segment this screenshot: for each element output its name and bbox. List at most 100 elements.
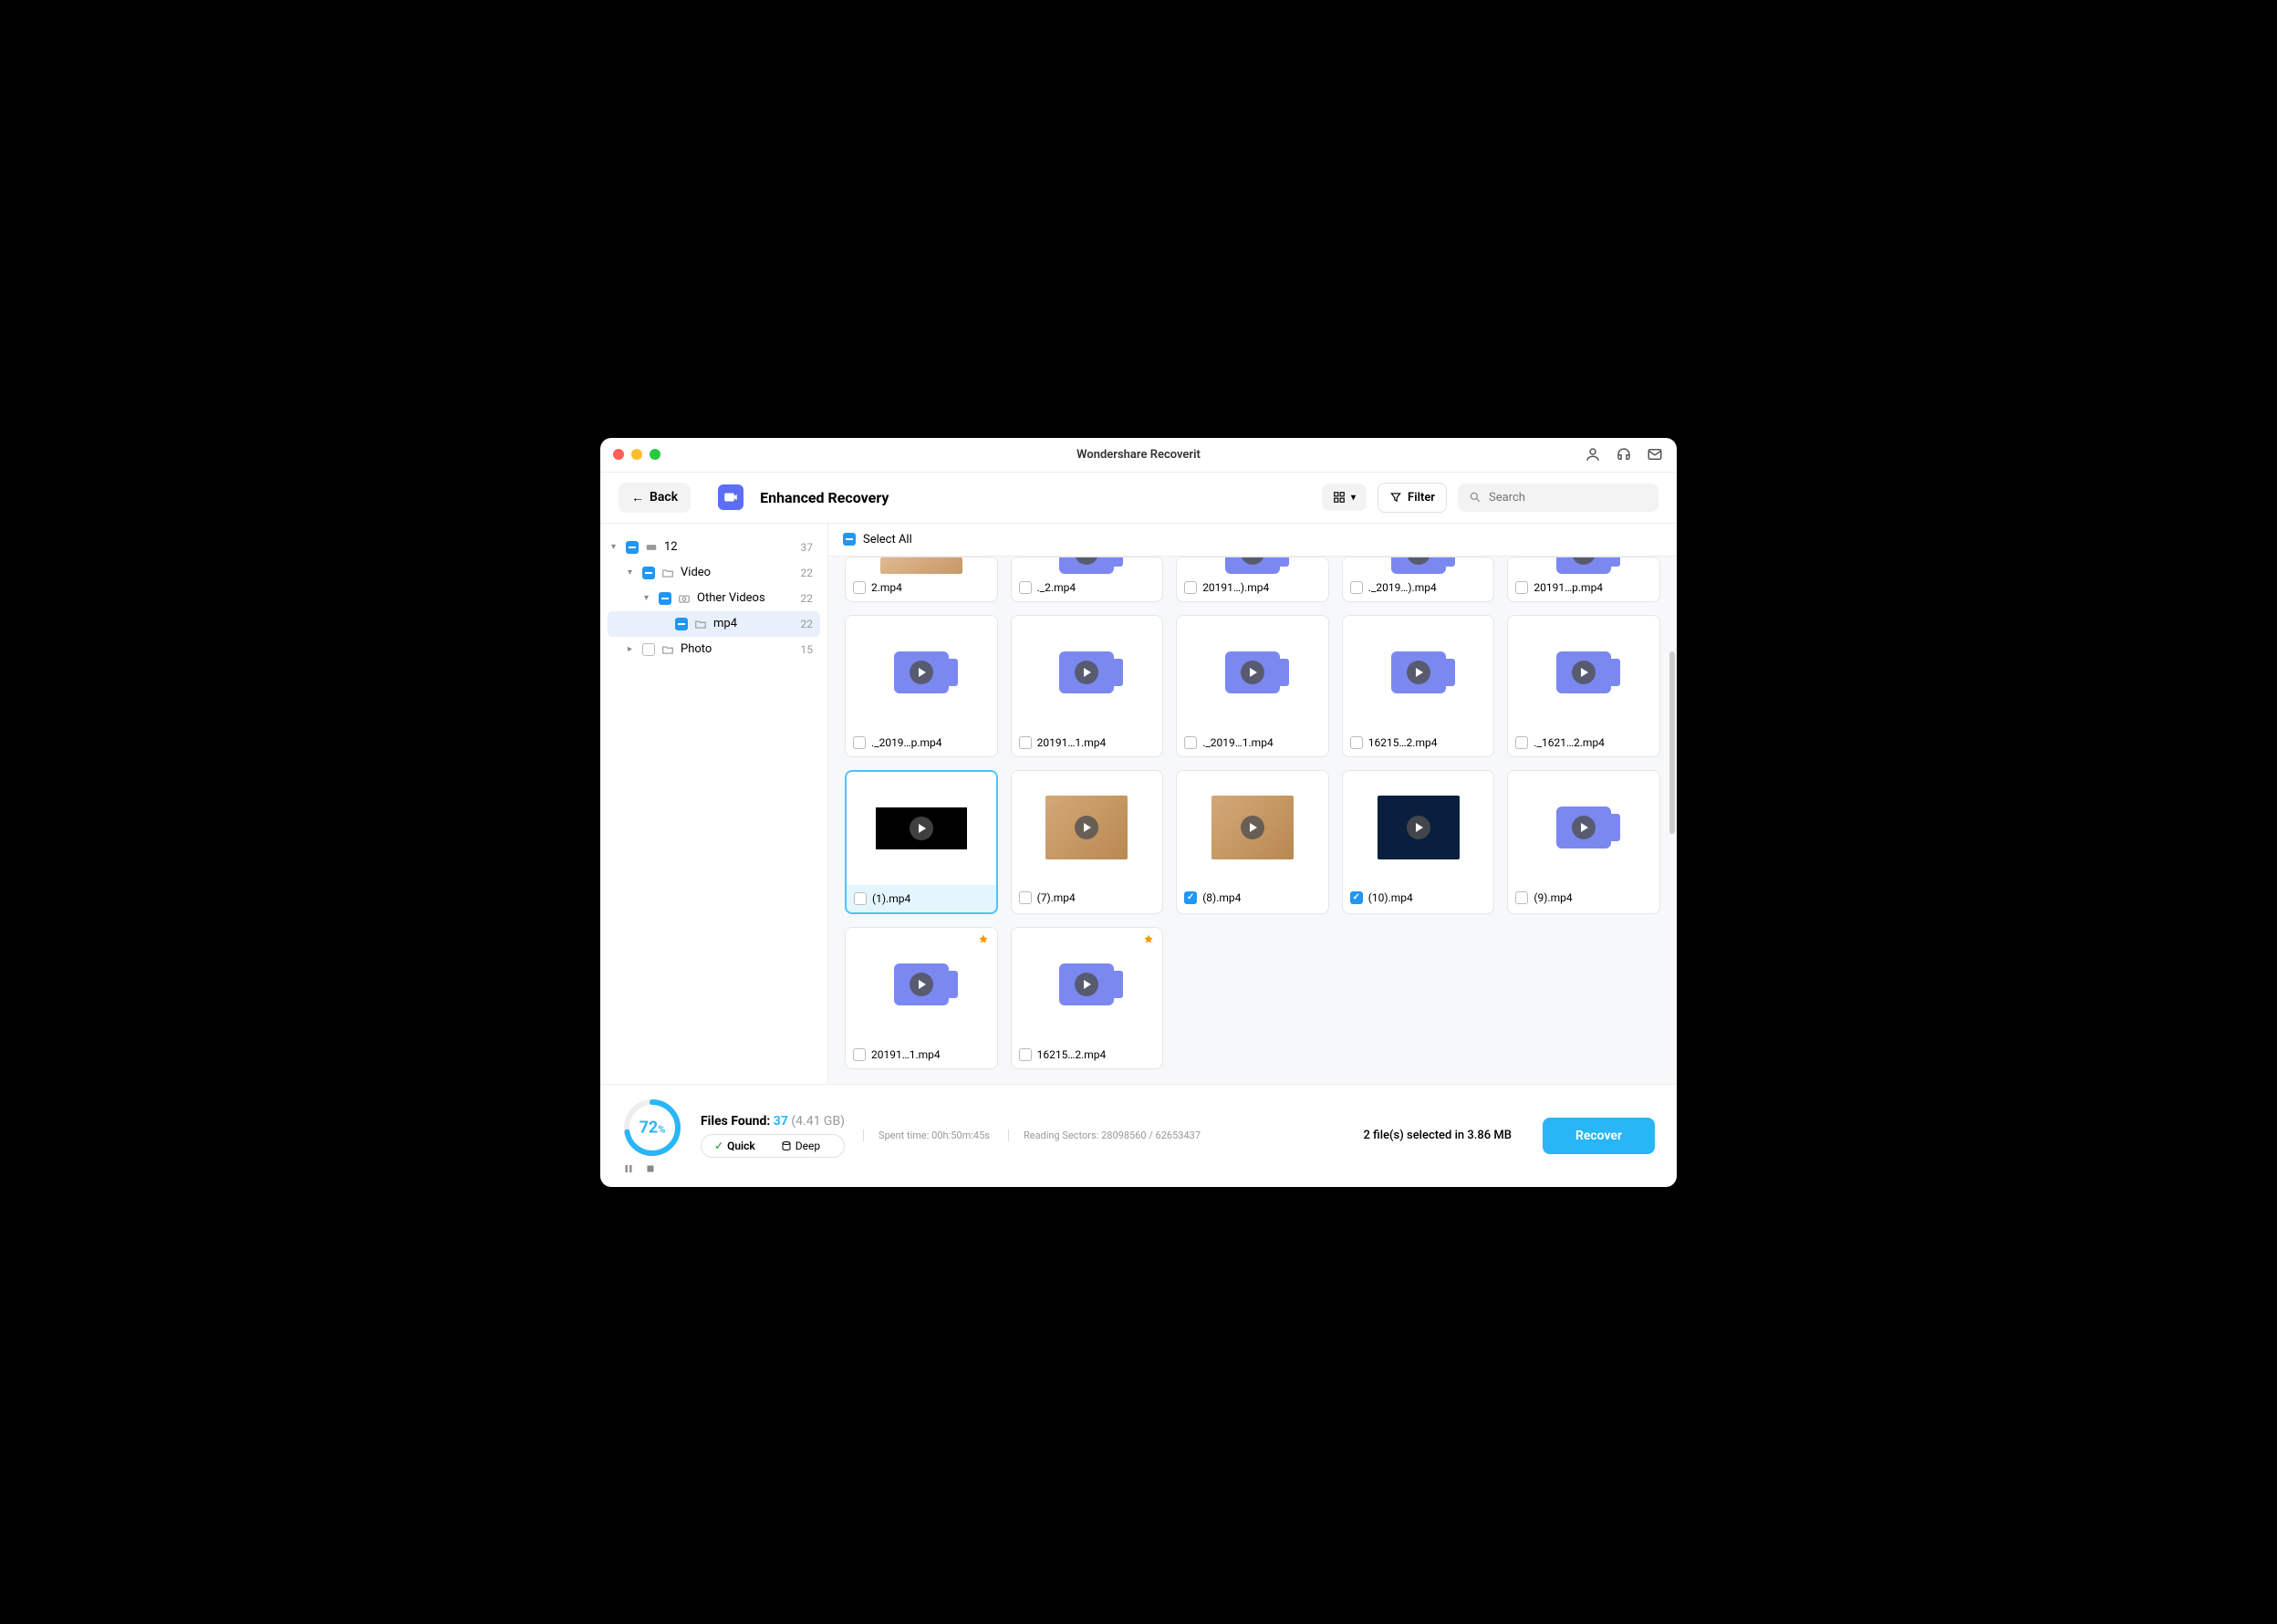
scan-mode-toggle[interactable]: ✓Quick Deep bbox=[701, 1134, 845, 1158]
file-thumbnail[interactable] bbox=[1177, 557, 1328, 574]
file-checkbox[interactable] bbox=[1019, 891, 1032, 904]
file-checkbox[interactable] bbox=[1019, 1048, 1032, 1061]
deep-mode[interactable]: Deep bbox=[768, 1135, 833, 1157]
file-card[interactable]: 2.mp4 bbox=[845, 557, 998, 602]
file-card[interactable]: (7).mp4 bbox=[1011, 770, 1164, 914]
file-checkbox[interactable] bbox=[854, 892, 867, 905]
tree-item-photo[interactable]: ▸Photo15 bbox=[608, 637, 820, 662]
minimize-window-button[interactable] bbox=[631, 449, 642, 460]
tree-checkbox[interactable] bbox=[659, 592, 671, 605]
search-box[interactable] bbox=[1458, 484, 1658, 512]
file-card[interactable]: (8).mp4 bbox=[1176, 770, 1329, 914]
tree-checkbox[interactable] bbox=[642, 643, 655, 656]
folder-icon bbox=[693, 617, 708, 631]
file-card[interactable]: 16215…2.mp4 bbox=[1011, 927, 1164, 1069]
file-thumbnail[interactable] bbox=[847, 772, 996, 885]
file-thumbnail[interactable] bbox=[1177, 771, 1328, 884]
file-name: 20191…p.mp4 bbox=[1534, 581, 1652, 594]
file-card[interactable]: ._2019…p.mp4 bbox=[845, 615, 998, 757]
tree-checkbox[interactable] bbox=[626, 541, 639, 554]
file-checkbox[interactable] bbox=[1184, 581, 1197, 594]
select-all-row[interactable]: Select All bbox=[828, 524, 1677, 557]
file-thumbnail[interactable] bbox=[1177, 616, 1328, 729]
tree-label: Photo bbox=[681, 642, 712, 656]
quick-mode[interactable]: ✓Quick bbox=[702, 1135, 768, 1157]
file-thumbnail[interactable] bbox=[846, 557, 997, 574]
file-thumbnail[interactable] bbox=[1012, 557, 1163, 574]
file-card[interactable]: (9).mp4 bbox=[1507, 770, 1660, 914]
folder-icon bbox=[660, 566, 675, 580]
file-checkbox[interactable] bbox=[1515, 736, 1528, 749]
files-found: Files Found: 37 (4.41 GB) bbox=[701, 1114, 845, 1129]
mail-icon[interactable] bbox=[1646, 445, 1664, 463]
file-name: ._2019…p.mp4 bbox=[871, 736, 990, 749]
support-icon[interactable] bbox=[1615, 445, 1633, 463]
file-thumbnail[interactable] bbox=[1343, 771, 1494, 884]
search-input[interactable] bbox=[1489, 491, 1648, 505]
tree-item-12[interactable]: ▾1237 bbox=[608, 535, 820, 560]
recover-button[interactable]: Recover bbox=[1543, 1118, 1655, 1154]
file-thumbnail[interactable] bbox=[1343, 616, 1494, 729]
camera-icon bbox=[677, 591, 691, 606]
file-checkbox[interactable] bbox=[1350, 891, 1363, 904]
back-button[interactable]: ← Back bbox=[619, 483, 691, 513]
file-checkbox[interactable] bbox=[1019, 581, 1032, 594]
expand-icon[interactable]: ▾ bbox=[628, 567, 637, 578]
page-title: Enhanced Recovery bbox=[760, 489, 889, 506]
file-card[interactable]: ._2.mp4 bbox=[1011, 557, 1164, 602]
file-checkbox[interactable] bbox=[1350, 581, 1363, 594]
tree-item-mp4[interactable]: mp422 bbox=[608, 611, 820, 637]
file-thumbnail[interactable] bbox=[1508, 616, 1659, 729]
maximize-window-button[interactable] bbox=[650, 449, 660, 460]
expand-icon[interactable]: ▸ bbox=[628, 644, 637, 654]
scrollbar[interactable] bbox=[1669, 651, 1675, 834]
tree-checkbox[interactable] bbox=[675, 618, 688, 630]
file-thumbnail[interactable] bbox=[1343, 557, 1494, 574]
file-card[interactable]: ._2019…1.mp4 bbox=[1176, 615, 1329, 757]
expand-icon[interactable]: ▾ bbox=[611, 542, 620, 552]
tree-item-other-videos[interactable]: ▾Other Videos22 bbox=[608, 586, 820, 611]
file-checkbox[interactable] bbox=[1515, 581, 1528, 594]
file-checkbox[interactable] bbox=[853, 736, 866, 749]
reading-sectors: Reading Sectors: 28098560 / 62653437 bbox=[1008, 1130, 1201, 1141]
file-thumbnail[interactable] bbox=[1508, 557, 1659, 574]
file-card[interactable]: 20191…p.mp4 bbox=[1507, 557, 1660, 602]
select-all-checkbox[interactable] bbox=[843, 533, 856, 546]
file-checkbox[interactable] bbox=[1515, 891, 1528, 904]
file-card[interactable]: (10).mp4 bbox=[1342, 770, 1495, 914]
app-title: Wondershare Recoverit bbox=[1076, 448, 1201, 462]
view-mode-button[interactable]: ▾ bbox=[1322, 484, 1367, 511]
close-window-button[interactable] bbox=[613, 449, 624, 460]
file-name: 16215…2.mp4 bbox=[1037, 1048, 1156, 1061]
file-thumbnail[interactable] bbox=[1012, 928, 1163, 1041]
file-checkbox[interactable] bbox=[853, 581, 866, 594]
file-card[interactable]: ↘(1).mp4 bbox=[845, 770, 998, 914]
file-card[interactable]: 20191…).mp4 bbox=[1176, 557, 1329, 602]
percent-sign: % bbox=[658, 1123, 665, 1135]
user-icon[interactable] bbox=[1584, 445, 1602, 463]
content-area: Select All 2.mp4 ._2.mp4 20191…).mp4 ._2019… bbox=[828, 524, 1677, 1084]
file-thumbnail[interactable] bbox=[1012, 616, 1163, 729]
stop-button[interactable] bbox=[644, 1161, 657, 1174]
tree-checkbox[interactable] bbox=[642, 567, 655, 579]
file-card[interactable]: 20191…1.mp4 bbox=[1011, 615, 1164, 757]
file-card[interactable]: 20191…1.mp4 bbox=[845, 927, 998, 1069]
expand-icon[interactable]: ▾ bbox=[644, 593, 653, 603]
file-card[interactable]: ._2019…).mp4 bbox=[1342, 557, 1495, 602]
pause-button[interactable] bbox=[622, 1161, 635, 1174]
file-checkbox[interactable] bbox=[1184, 736, 1197, 749]
file-thumbnail[interactable] bbox=[1508, 771, 1659, 884]
file-thumbnail[interactable] bbox=[1012, 771, 1163, 884]
filter-button[interactable]: Filter bbox=[1378, 483, 1447, 513]
files-found-size: (4.41 GB) bbox=[791, 1114, 845, 1129]
file-card[interactable]: 16215…2.mp4 bbox=[1342, 615, 1495, 757]
file-checkbox[interactable] bbox=[1184, 891, 1197, 904]
file-name: (10).mp4 bbox=[1368, 891, 1487, 904]
tree-item-video[interactable]: ▾Video22 bbox=[608, 560, 820, 586]
file-checkbox[interactable] bbox=[853, 1048, 866, 1061]
file-thumbnail[interactable] bbox=[846, 616, 997, 729]
file-card[interactable]: ._1621…2.mp4 bbox=[1507, 615, 1660, 757]
file-thumbnail[interactable] bbox=[846, 928, 997, 1041]
file-checkbox[interactable] bbox=[1019, 736, 1032, 749]
file-checkbox[interactable] bbox=[1350, 736, 1363, 749]
